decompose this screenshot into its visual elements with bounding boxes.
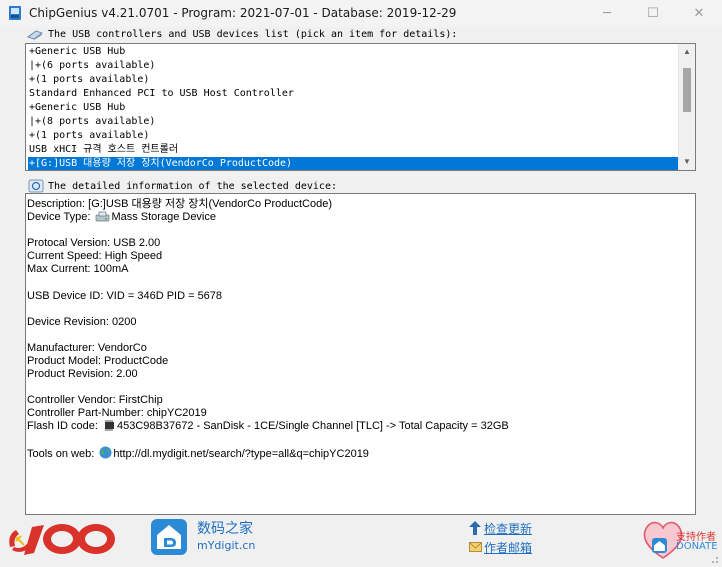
scroll-up-arrow-icon[interactable]: ▲ — [679, 44, 695, 60]
detail-usb-device-id: USB Device ID: VID = 346D PID = 5678 — [27, 290, 223, 302]
author-email-link[interactable]: 作者邮箱 — [484, 539, 532, 556]
device-details-panel: Description: [G:]USB 대용량 저장 장치(VendorCo … — [25, 193, 696, 515]
detail-current-speed: Current Speed: High Speed — [27, 250, 163, 262]
donate-en-link[interactable]: DONATE — [676, 541, 718, 552]
list-item-selected[interactable]: +[G:]USB 대용량 저장 장치(VendorCo ProductCode) — [28, 157, 679, 170]
site-url-link[interactable]: mYdigit.cn — [197, 539, 255, 552]
detail-tools-on-web: Tools on web: http://dl.mydigit.net/sear… — [27, 446, 369, 460]
list-item[interactable]: +Generic USB Hub — [28, 45, 679, 59]
site-name-link[interactable]: 数码之家 — [197, 518, 253, 538]
details-section-label: The detailed information of the selected… — [48, 181, 337, 192]
scrollbar-thumb[interactable] — [683, 68, 691, 112]
detail-device-type: Device Type: Mass Storage Device — [27, 211, 216, 224]
device-type-value: Mass Storage Device — [111, 211, 216, 223]
detail-product-revision: Product Revision: 2.00 — [27, 368, 138, 380]
tools-label: Tools on web: — [27, 448, 95, 460]
list-item[interactable]: |+(6 ports available) — [28, 59, 679, 73]
list-item[interactable]: +(1 ports available) — [28, 129, 679, 143]
detail-product-model: Product Model: ProductCode — [27, 355, 169, 367]
detail-protocol-version: Protocal Version: USB 2.00 — [27, 237, 161, 249]
detail-manufacturer: Manufacturer: VendorCo — [27, 342, 147, 354]
mydigit-logo-icon[interactable] — [150, 518, 188, 556]
list-item[interactable]: USB xHCI 규격 호스트 컨트롤러 — [28, 143, 679, 157]
flash-id-value: 453C98B37672 - SanDisk - 1CE/Single Chan… — [116, 420, 509, 432]
list-item[interactable]: +Generic USB Hub — [28, 101, 679, 115]
flash-id-label: Flash ID code: — [27, 420, 98, 432]
tools-url-link[interactable]: http://dl.mydigit.net/search/?type=all&q… — [113, 448, 369, 460]
device-type-label: Device Type: — [27, 211, 91, 223]
detail-controller-part-number: Controller Part-Number: chipYC2019 — [27, 407, 207, 419]
list-item[interactable]: Standard Enhanced PCI to USB Host Contro… — [28, 87, 679, 101]
close-button[interactable]: ✕ — [676, 0, 722, 27]
globe-icon — [99, 446, 112, 459]
list-item[interactable]: |+(8 ports available) — [28, 115, 679, 129]
detail-flash-id: Flash ID code: 453C98B37672 - SanDisk - … — [27, 420, 509, 433]
app-icon — [9, 6, 21, 20]
detail-max-current: Max Current: 100mA — [27, 263, 129, 275]
detail-description: Description: [G:]USB 대용량 저장 장치(VendorCo … — [27, 198, 332, 210]
window-title: ChipGenius v4.21.0701 - Program: 2021-07… — [29, 6, 457, 20]
update-arrow-icon[interactable] — [469, 521, 481, 535]
storage-device-icon — [96, 211, 110, 222]
detail-device-revision: Device Revision: 0200 — [27, 316, 137, 328]
maximize-button[interactable]: ☐ — [630, 0, 676, 27]
title-bar: ChipGenius v4.21.0701 - Program: 2021-07… — [0, 0, 722, 27]
chip-icon — [104, 420, 114, 431]
check-update-link[interactable]: 检查更新 — [484, 520, 532, 537]
resize-grip-icon[interactable] — [709, 554, 719, 564]
device-list[interactable]: +Generic USB Hub |+(6 ports available) +… — [25, 43, 696, 171]
device-list-scrollbar[interactable]: ▲ ▼ — [678, 44, 695, 170]
devices-section-label: The USB controllers and USB devices list… — [48, 29, 458, 40]
list-item[interactable]: +(1 ports available) — [28, 73, 679, 87]
anniversary-100-logo — [9, 524, 115, 555]
mail-icon[interactable] — [469, 541, 482, 553]
detail-controller-vendor: Controller Vendor: FirstChip — [27, 394, 163, 406]
scroll-down-arrow-icon[interactable]: ▼ — [679, 154, 695, 170]
usb-list-icon — [27, 30, 43, 40]
details-info-icon — [28, 179, 44, 193]
minimize-button[interactable]: ─ — [584, 0, 630, 27]
